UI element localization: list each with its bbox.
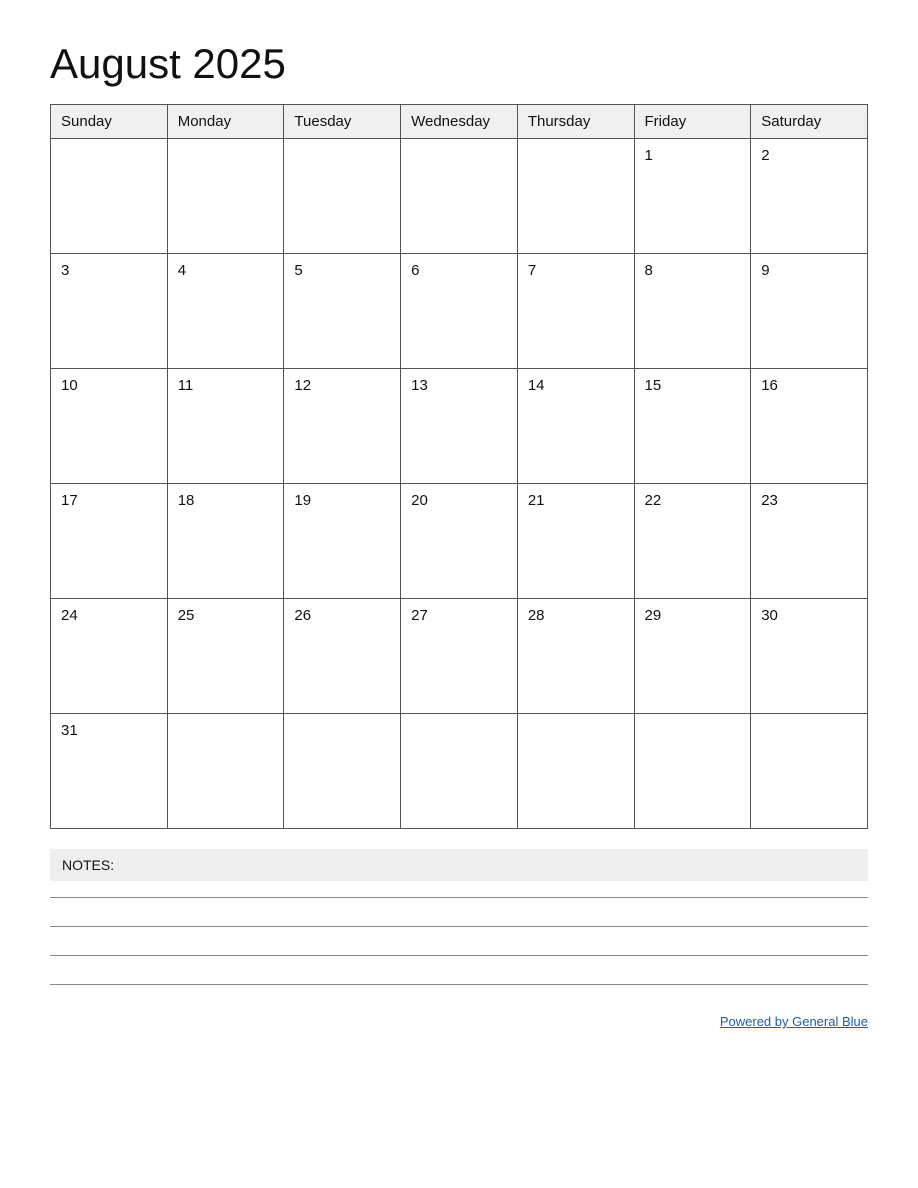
calendar-cell: 8 [634, 254, 751, 369]
calendar-cell: 28 [517, 599, 634, 714]
day-number: 22 [645, 492, 741, 509]
col-thursday: Thursday [517, 105, 634, 139]
notes-section: NOTES: [50, 849, 868, 985]
page-title: August 2025 [50, 40, 868, 88]
calendar-cell [517, 139, 634, 254]
calendar-cell [167, 714, 284, 829]
notes-line-1 [50, 897, 868, 898]
footer: Powered by General Blue [50, 1013, 868, 1031]
calendar-cell [751, 714, 868, 829]
day-number: 8 [645, 262, 741, 279]
calendar-cell: 26 [284, 599, 401, 714]
calendar-cell: 7 [517, 254, 634, 369]
calendar-cell: 30 [751, 599, 868, 714]
day-number: 10 [61, 377, 157, 394]
powered-by-link[interactable]: Powered by General Blue [720, 1014, 868, 1029]
day-number: 25 [178, 607, 274, 624]
calendar-cell: 2 [751, 139, 868, 254]
calendar-cell: 16 [751, 369, 868, 484]
calendar-header-row: Sunday Monday Tuesday Wednesday Thursday… [51, 105, 868, 139]
col-sunday: Sunday [51, 105, 168, 139]
day-number: 13 [411, 377, 507, 394]
notes-lines [50, 897, 868, 985]
day-number: 12 [294, 377, 390, 394]
notes-line-2 [50, 926, 868, 927]
calendar-cell: 6 [401, 254, 518, 369]
day-number: 14 [528, 377, 624, 394]
calendar-cell: 15 [634, 369, 751, 484]
day-number: 23 [761, 492, 857, 509]
calendar-cell: 27 [401, 599, 518, 714]
calendar-body: 1234567891011121314151617181920212223242… [51, 139, 868, 829]
day-number: 3 [61, 262, 157, 279]
calendar-cell [401, 714, 518, 829]
calendar-week-row-3: 10 11 12 13 14 15 16 [51, 369, 868, 484]
calendar-cell [401, 139, 518, 254]
day-number: 6 [411, 262, 507, 279]
calendar-table: Sunday Monday Tuesday Wednesday Thursday… [50, 104, 868, 829]
calendar-cell [634, 714, 751, 829]
calendar-week-row-2: 3 4 5 6 7 8 9 [51, 254, 868, 369]
day-number: 17 [61, 492, 157, 509]
col-monday: Monday [167, 105, 284, 139]
calendar-week-row-4: 17 18 19 20 21 22 23 [51, 484, 868, 599]
calendar-cell: 24 [51, 599, 168, 714]
day-number: 5 [294, 262, 390, 279]
calendar-cell: 4 [167, 254, 284, 369]
day-number: 27 [411, 607, 507, 624]
calendar-cell: 29 [634, 599, 751, 714]
day-number: 24 [61, 607, 157, 624]
calendar-cell: 1 [634, 139, 751, 254]
day-number: 29 [645, 607, 741, 624]
calendar-cell: 5 [284, 254, 401, 369]
calendar-cell: 3 [51, 254, 168, 369]
day-number: 9 [761, 262, 857, 279]
day-number: 15 [645, 377, 741, 394]
day-number: 31 [61, 722, 157, 739]
calendar-cell: 25 [167, 599, 284, 714]
notes-label: NOTES: [50, 849, 868, 881]
notes-line-3 [50, 955, 868, 956]
calendar-cell: 21 [517, 484, 634, 599]
calendar-week-row-1: 12 [51, 139, 868, 254]
day-number: 11 [178, 377, 274, 394]
calendar-cell: 19 [284, 484, 401, 599]
calendar-cell: 23 [751, 484, 868, 599]
calendar-cell: 9 [751, 254, 868, 369]
calendar-cell: 17 [51, 484, 168, 599]
calendar-cell: 10 [51, 369, 168, 484]
col-friday: Friday [634, 105, 751, 139]
calendar-week-row-6: 31 [51, 714, 868, 829]
calendar-cell: 11 [167, 369, 284, 484]
day-number: 1 [645, 147, 741, 164]
calendar-cell: 22 [634, 484, 751, 599]
calendar-cell [284, 139, 401, 254]
day-number: 19 [294, 492, 390, 509]
col-wednesday: Wednesday [401, 105, 518, 139]
day-number: 7 [528, 262, 624, 279]
calendar-cell [284, 714, 401, 829]
day-number: 18 [178, 492, 274, 509]
calendar-cell [517, 714, 634, 829]
day-number: 28 [528, 607, 624, 624]
day-number: 26 [294, 607, 390, 624]
day-number: 4 [178, 262, 274, 279]
day-number: 21 [528, 492, 624, 509]
notes-line-4 [50, 984, 868, 985]
calendar-cell: 20 [401, 484, 518, 599]
calendar-cell: 12 [284, 369, 401, 484]
day-number: 30 [761, 607, 857, 624]
calendar-week-row-5: 24 25 26 27 28 29 30 [51, 599, 868, 714]
calendar-cell: 14 [517, 369, 634, 484]
calendar-cell [167, 139, 284, 254]
col-tuesday: Tuesday [284, 105, 401, 139]
day-number: 16 [761, 377, 857, 394]
calendar-cell [51, 139, 168, 254]
day-number: 2 [761, 147, 857, 164]
day-number: 20 [411, 492, 507, 509]
calendar-cell: 31 [51, 714, 168, 829]
calendar-cell: 18 [167, 484, 284, 599]
calendar-cell: 13 [401, 369, 518, 484]
col-saturday: Saturday [751, 105, 868, 139]
